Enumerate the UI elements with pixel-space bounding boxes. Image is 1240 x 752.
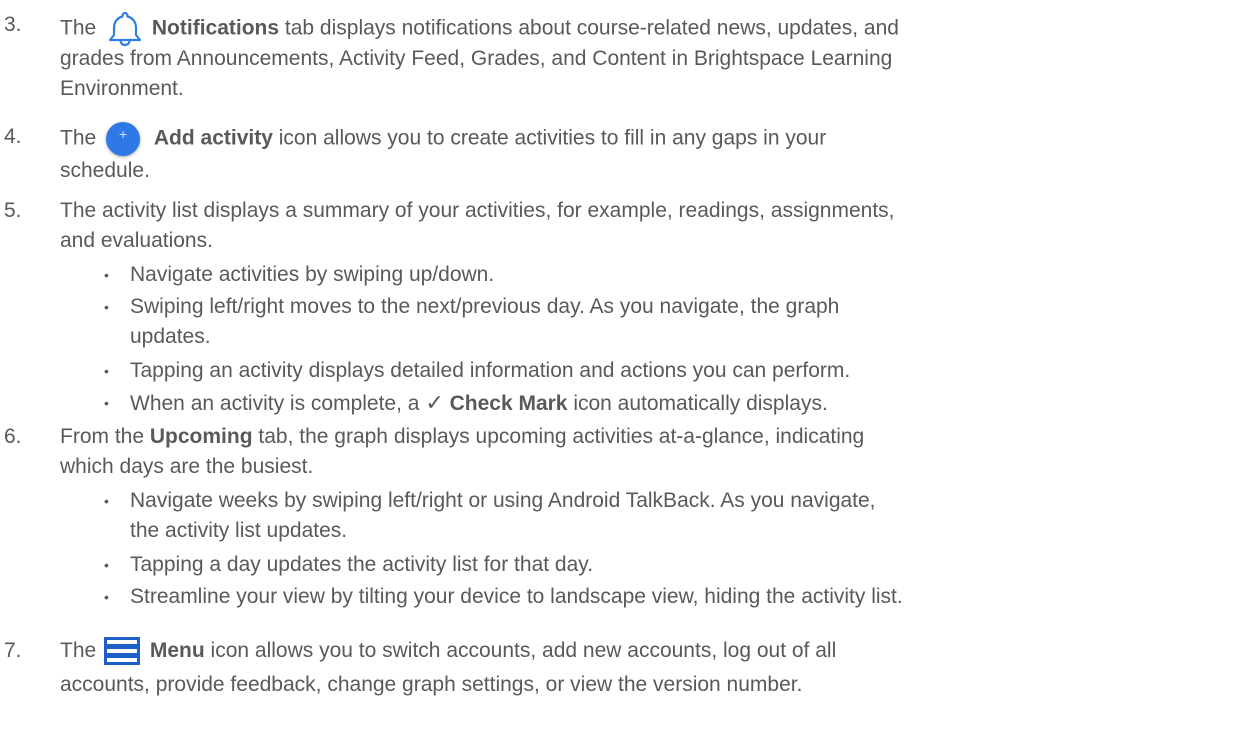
- list-item-5-line-1: The activity list displays a summary of …: [60, 199, 895, 222]
- list-item-7-line-2: accounts, provide feedback, change graph…: [60, 673, 803, 696]
- list-number-5: 5.: [4, 199, 22, 222]
- item-6-trail-text: tab, the graph displays upcoming activit…: [258, 425, 865, 448]
- item-6-bullet-2: Tapping a day updates the activity list …: [130, 553, 594, 576]
- menu-label: Menu: [149, 639, 205, 662]
- menu-icon: [104, 637, 141, 666]
- list-item-4-line-1: The + Add activity icon allows you to cr…: [60, 122, 1220, 156]
- list-item-6-line-1: From the Upcoming tab, the graph display…: [60, 422, 1220, 452]
- bullet: •: [104, 363, 109, 379]
- list-item-4-line-2: schedule.: [60, 159, 150, 182]
- item-3-trail-text: tab displays notifications about course-…: [284, 16, 899, 40]
- bullet: •: [104, 395, 109, 411]
- item-4-lead-text: The: [60, 126, 97, 150]
- add-activity-label: Add activity: [153, 126, 273, 150]
- list-item-3-line-3: Environment.: [60, 77, 184, 100]
- list-item-5-line-2: and evaluations.: [60, 229, 213, 252]
- check-mark-label: Check Mark: [449, 392, 568, 415]
- bullet: •: [104, 267, 109, 283]
- item-4-trail-text: icon allows you to create activities to …: [278, 126, 827, 150]
- item-5-bullet-4: When an activity is complete, a ✓ Check …: [130, 388, 1220, 419]
- plus-glyph: +: [118, 126, 128, 142]
- item-7-trail-text: icon allows you to switch accounts, add …: [210, 639, 837, 662]
- item-5-bullet-1: Navigate activities by swiping up/down.: [130, 263, 495, 286]
- item-5-bullet-2-line-2: updates.: [130, 325, 211, 348]
- item-5-bullet-3: Tapping an activity displays detailed in…: [130, 359, 851, 382]
- list-number-4: 4.: [4, 125, 22, 148]
- list-number-6: 6.: [4, 425, 22, 448]
- check-mark-icon: ✓: [425, 390, 444, 415]
- bell-icon: [108, 10, 142, 48]
- bullet-4-trail-text: icon automatically displays.: [573, 392, 828, 415]
- item-5-bullet-2-line-1: Swiping left/right moves to the next/pre…: [130, 295, 840, 318]
- list-item-3-line-2: grades from Announcements, Activity Feed…: [60, 47, 893, 70]
- document-page: 3. The Notifications tab displays notifi…: [0, 0, 1240, 752]
- item-3-lead-text: The: [60, 16, 97, 40]
- upcoming-label: Upcoming: [149, 425, 253, 448]
- item-7-lead-text: The: [60, 639, 97, 662]
- add-activity-icon: +: [106, 122, 141, 156]
- list-number-3: 3.: [4, 13, 22, 36]
- list-item-7-line-1: The Menu icon allows you to switch accou…: [60, 636, 1220, 666]
- item-6-bullet-1-line-2: the activity list updates.: [130, 519, 348, 542]
- item-6-bullet-1-line-1: Navigate weeks by swiping left/right or …: [130, 489, 876, 512]
- item-6-bullet-3: Streamline your view by tilting your dev…: [130, 585, 903, 608]
- bullet: •: [104, 589, 109, 605]
- bullet: •: [104, 493, 109, 509]
- bullet: •: [104, 557, 109, 573]
- bullet: •: [104, 299, 109, 315]
- item-6-lead-text: From the: [60, 425, 145, 448]
- list-item-3-line-1: The Notifications tab displays notificat…: [60, 10, 1220, 48]
- bullet-4-lead-text: When an activity is complete, a: [130, 392, 420, 415]
- list-number-7: 7.: [4, 639, 22, 662]
- list-item-6-line-2: which days are the busiest.: [60, 455, 314, 478]
- notifications-label: Notifications: [151, 16, 280, 40]
